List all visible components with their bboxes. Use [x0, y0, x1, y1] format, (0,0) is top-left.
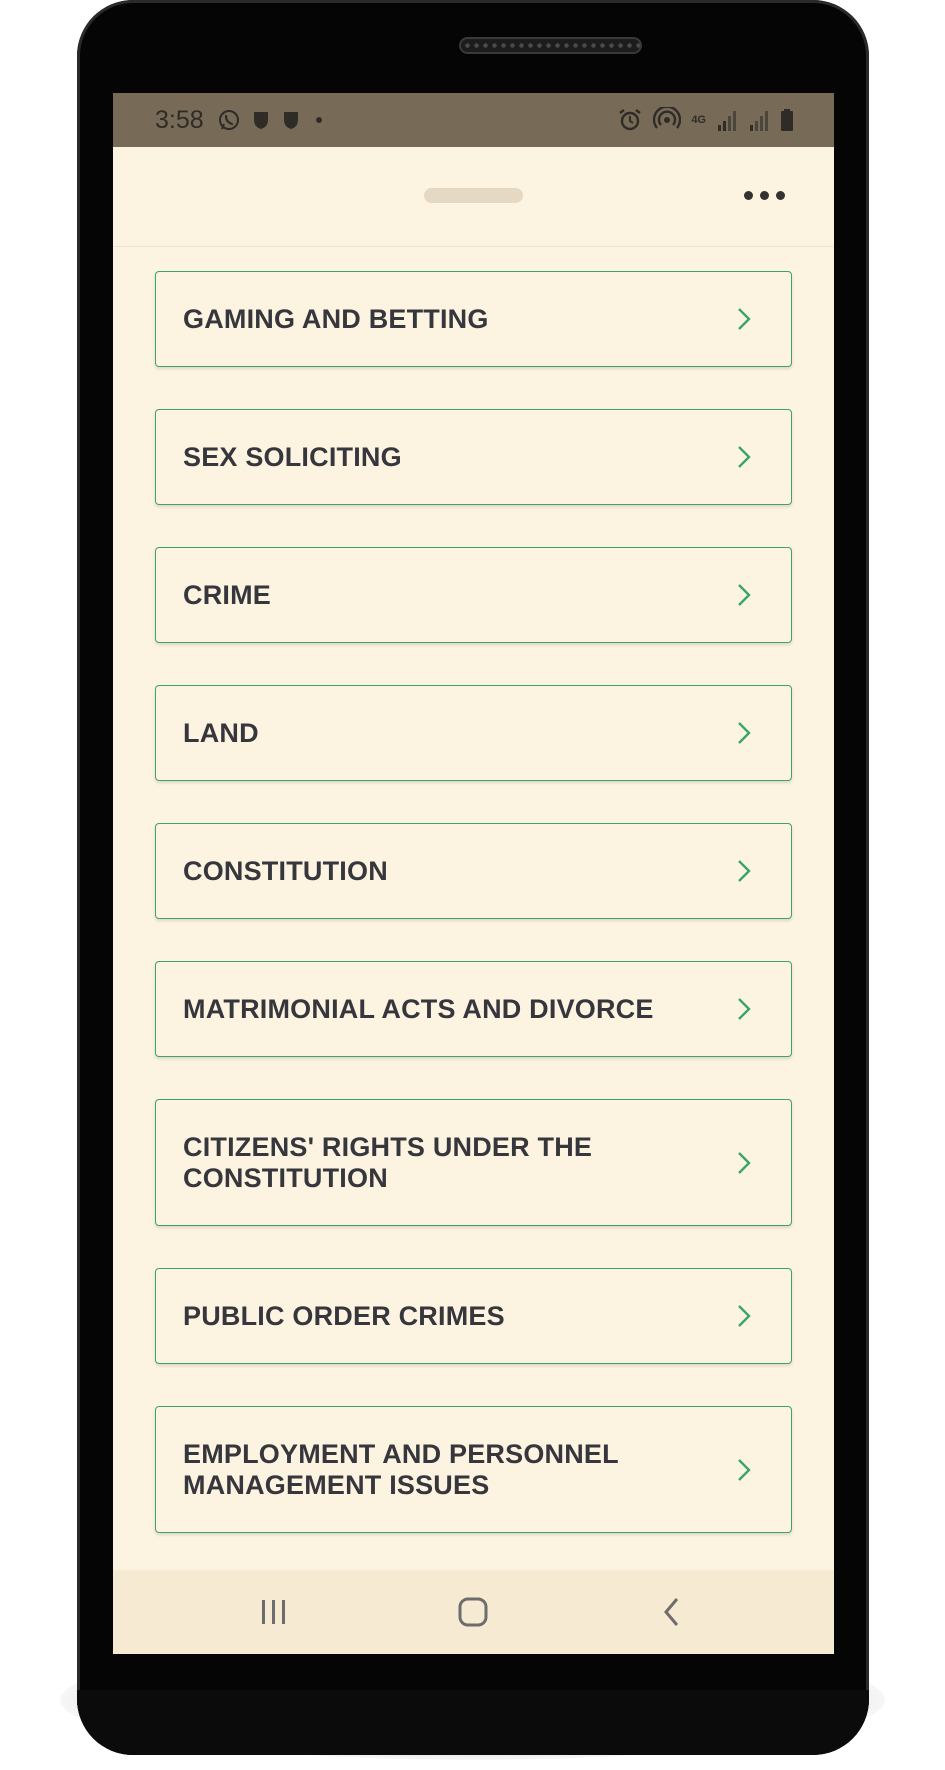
status-bar: 3:58 4G: [113, 93, 834, 147]
drag-handle[interactable]: [424, 188, 523, 203]
category-label: CITIZENS' RIGHTS UNDER THE CONSTITUTION: [183, 1131, 593, 1193]
status-system-icons: 4G: [617, 105, 794, 135]
category-label: MATRIMONIAL ACTS AND DIVORCE: [183, 993, 654, 1024]
category-item-employment[interactable]: EMPLOYMENT AND PERSONNEL MANAGEMENT ISSU…: [155, 1406, 792, 1533]
signal-icon: [750, 111, 768, 131]
recents-icon[interactable]: [252, 1592, 296, 1632]
status-time: 3:58: [155, 106, 204, 134]
whatsapp-icon: [219, 110, 239, 130]
category-item-constitution[interactable]: CONSTITUTION: [155, 823, 792, 919]
category-label: PUBLIC ORDER CRIMES: [183, 1300, 505, 1331]
back-icon[interactable]: [650, 1592, 694, 1632]
category-item-matrimonial-acts[interactable]: MATRIMONIAL ACTS AND DIVORCE: [155, 961, 792, 1057]
earpiece-speaker: [459, 37, 642, 54]
chevron-right-icon: [738, 308, 751, 330]
signal-icon: [718, 111, 736, 131]
category-item-land[interactable]: LAND: [155, 685, 792, 781]
more-options-icon[interactable]: [736, 180, 792, 210]
battery-icon: [781, 109, 793, 131]
screen: 3:58 4G GAMING AND BETTING SEX SOLICITIN…: [113, 93, 834, 1654]
chevron-right-icon: [738, 446, 751, 468]
more-dot: [743, 190, 753, 200]
shield-icon: [254, 112, 268, 129]
chevron-right-icon: [738, 1458, 751, 1481]
phone-chin: [77, 1690, 869, 1755]
system-nav-bar: [113, 1570, 834, 1654]
shield-icon: [284, 112, 298, 129]
chevron-right-icon: [738, 998, 751, 1020]
category-item-crime[interactable]: CRIME: [155, 547, 792, 643]
category-item-citizens-rights[interactable]: CITIZENS' RIGHTS UNDER THE CONSTITUTION: [155, 1099, 792, 1226]
category-label: GAMING AND BETTING: [183, 303, 489, 334]
chevron-right-icon: [738, 722, 751, 744]
chevron-right-icon: [738, 1305, 751, 1327]
category-label: EMPLOYMENT AND PERSONNEL MANAGEMENT ISSU…: [183, 1438, 619, 1500]
category-label: SEX SOLICITING: [183, 441, 402, 472]
category-label: LAND: [183, 717, 259, 748]
chevron-right-icon: [738, 860, 751, 882]
dot-icon: [316, 117, 322, 123]
alarm-icon: [619, 109, 642, 131]
status-notification-icons: [217, 105, 327, 135]
home-icon[interactable]: [451, 1592, 495, 1632]
more-dot: [775, 190, 785, 200]
more-dot: [759, 190, 769, 200]
hotspot-icon: [653, 107, 682, 129]
network-type-label: 4G: [691, 113, 706, 126]
category-item-public-order-crimes[interactable]: PUBLIC ORDER CRIMES: [155, 1268, 792, 1364]
category-item-sex-soliciting[interactable]: SEX SOLICITING: [155, 409, 792, 505]
chevron-right-icon: [738, 1151, 751, 1174]
sheet-header: [113, 147, 834, 247]
category-label: CONSTITUTION: [183, 855, 388, 886]
chevron-right-icon: [738, 584, 751, 606]
category-label: CRIME: [183, 579, 271, 610]
category-item-gaming-and-betting[interactable]: GAMING AND BETTING: [155, 271, 792, 367]
